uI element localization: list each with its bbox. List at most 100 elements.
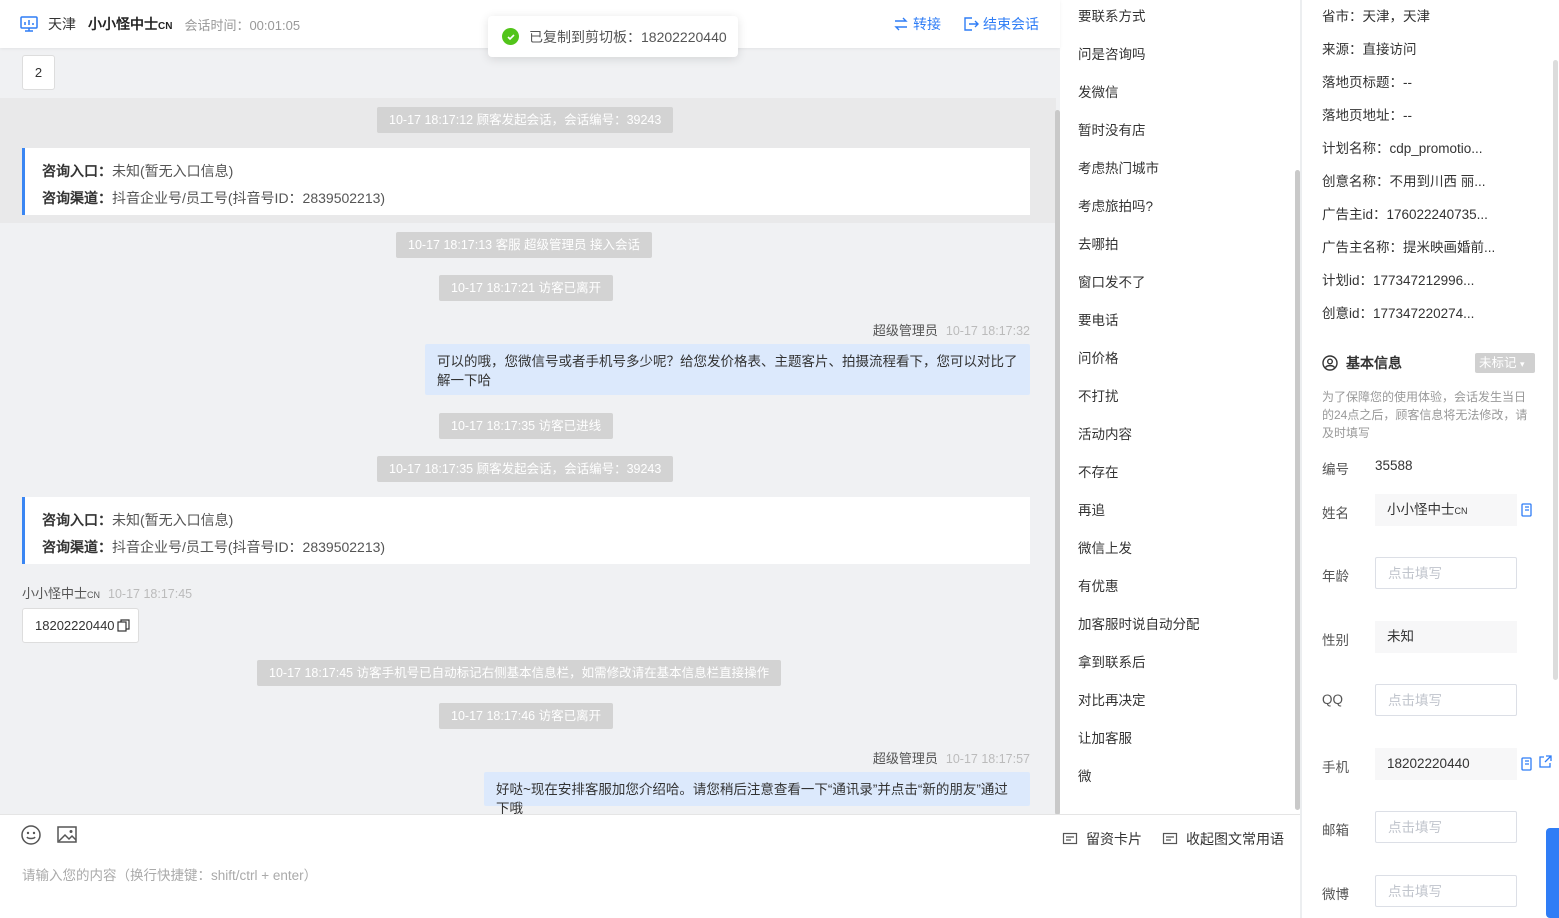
agent-sender: 超级管理员 10-17 18:17:32: [872, 323, 1030, 338]
source-info-item: 创意id：177347220274...: [1322, 306, 1475, 321]
source-info-item: 广告主id：176022240735...: [1322, 207, 1488, 222]
basic-info-title: 基本信息: [1322, 353, 1402, 373]
entry-label: 咨询入口：: [42, 512, 112, 528]
copy-icon[interactable]: [116, 619, 130, 632]
quick-phrase-item[interactable]: 要联系方式: [1078, 5, 1146, 25]
collapse-phrases-button[interactable]: 收起图文常用语: [1162, 829, 1284, 849]
channel-label: 咨询渠道：: [42, 190, 112, 206]
agent-sender: 超级管理员 10-17 18:17:57: [872, 751, 1030, 766]
quick-phrase-item[interactable]: 不存在: [1078, 461, 1119, 481]
source-info-item: 计划名称：cdp_promotio...: [1322, 141, 1483, 156]
external-link-icon[interactable]: [1538, 755, 1552, 769]
chat-scrollbar[interactable]: [1055, 110, 1060, 815]
customer-info-panel: 基本信息 未标记 ▾ 为了保障您的使用体验，会话发生当日的24点之后，顾客信息将…: [1302, 0, 1559, 918]
card-icon: [1062, 832, 1078, 845]
quick-phrase-item[interactable]: 让加客服: [1078, 727, 1132, 747]
age-label: 年龄: [1322, 569, 1349, 584]
quick-phrase-item[interactable]: 再追: [1078, 499, 1105, 519]
quick-phrase-item[interactable]: 去哪拍: [1078, 233, 1119, 253]
source-info-item: 广告主名称：提米映画婚前...: [1322, 240, 1496, 255]
phone-field[interactable]: 18202220440: [1375, 748, 1517, 780]
gender-label: 性别: [1322, 633, 1349, 648]
visitor-name-suffix: CN: [158, 21, 173, 32]
quick-phrase-item[interactable]: 考虑旅拍吗?: [1078, 195, 1153, 215]
collapse-icon: [1162, 832, 1178, 845]
caret-down-icon: ▾: [1520, 359, 1525, 369]
source-info-item: 落地页地址：--: [1322, 108, 1412, 123]
quick-phrase-item[interactable]: 加客服时说自动分配: [1078, 613, 1200, 633]
age-input[interactable]: 点击填写: [1375, 557, 1517, 589]
transfer-button[interactable]: 转接: [893, 14, 941, 34]
copy-toast: 已复制到剪切板：18202220440: [488, 16, 738, 57]
consult-info-card: 咨询入口：未知(暂无入口信息) 咨询渠道：抖音企业号/员工号(抖音号ID：283…: [22, 148, 1030, 215]
quick-phrase-item[interactable]: 不打扰: [1078, 385, 1119, 405]
source-info-item: 来源：直接访问: [1322, 42, 1417, 57]
quick-phrase-item[interactable]: 拿到联系后: [1078, 651, 1146, 671]
transfer-icon: [894, 17, 908, 31]
visitor-message-bubble: 18202220440: [22, 608, 139, 643]
agent-message-bubble: 好哒~现在安排客服加您介绍哈。请您稍后注意查看一下“通讯录”并点击“新的朋友”通…: [484, 772, 1030, 816]
chat-panel: 天津 小小怪中士CN 会话时间：00:01:05 转接 结束会话 2 10-17…: [0, 0, 1060, 918]
visitor-name: 小小怪中士CN: [88, 16, 173, 32]
info-card-button[interactable]: 留资卡片: [1062, 829, 1142, 849]
name-label: 姓名: [1322, 506, 1349, 521]
phone-label: 手机: [1322, 760, 1349, 775]
entry-value: 未知(暂无入口信息): [112, 512, 234, 528]
source-info-item: 落地页标题：--: [1322, 75, 1412, 90]
qq-input[interactable]: 点击填写: [1375, 684, 1517, 716]
entry-label: 咨询入口：: [42, 163, 112, 179]
quick-phrase-list: 要联系方式问是咨询吗发微信暂时没有店考虑热门城市 考虑旅拍吗? 去哪拍窗口发不了要电…: [1062, 0, 1300, 814]
copy-icon[interactable]: [1520, 503, 1534, 517]
email-input[interactable]: 点击填写: [1375, 811, 1517, 843]
system-message: 10-17 18:17:46 访客已离开: [439, 703, 614, 729]
end-session-button[interactable]: 结束会话: [963, 14, 1039, 34]
history-count-chip[interactable]: 2: [22, 55, 55, 90]
quick-phrase-item[interactable]: 要电话: [1078, 309, 1119, 329]
quick-phrase-item[interactable]: 问价格: [1078, 347, 1119, 367]
weibo-label: 微博: [1322, 887, 1349, 902]
quick-phrase-item[interactable]: 问是咨询吗: [1078, 43, 1146, 63]
edit-notice: 为了保障您的使用体验，会话发生当日的24点之后，顾客信息将无法修改，请及时填写: [1322, 390, 1528, 440]
channel-value: 抖音企业号/员工号(抖音号ID：2839502213): [112, 190, 386, 206]
channel-label: 咨询渠道：: [42, 539, 112, 555]
monitor-icon: [20, 16, 38, 32]
id-value: 35588: [1375, 458, 1413, 473]
quick-phrase-item[interactable]: 活动内容: [1078, 423, 1132, 443]
email-label: 邮箱: [1322, 823, 1349, 838]
entry-value: 未知(暂无入口信息): [112, 163, 234, 179]
image-icon[interactable]: [56, 824, 78, 846]
message-input[interactable]: 请输入您的内容（换行快捷键：shift/ctrl + enter）: [22, 864, 317, 884]
consult-info-card: 咨询入口：未知(暂无入口信息) 咨询渠道：抖音企业号/员工号(抖音号ID：283…: [22, 497, 1030, 564]
channel-value: 抖音企业号/员工号(抖音号ID：2839502213): [112, 539, 386, 555]
quick-phrase-item[interactable]: 发微信: [1078, 81, 1119, 101]
quick-phrase-item[interactable]: 考虑热门城市: [1078, 157, 1159, 177]
qq-label: QQ: [1322, 692, 1344, 707]
quick-phrase-item[interactable]: 有优惠: [1078, 575, 1119, 595]
copy-icon[interactable]: [1520, 757, 1534, 771]
check-circle-icon: [502, 28, 519, 45]
gender-select[interactable]: 未知: [1375, 621, 1517, 653]
system-message: 10-17 18:17:13 客服 超级管理员 接入会话: [396, 232, 653, 258]
quick-phrase-item[interactable]: 微: [1078, 765, 1092, 785]
quick-phrase-item[interactable]: 微信上发: [1078, 537, 1132, 557]
id-label: 编号: [1322, 462, 1349, 477]
quick-phrase-item[interactable]: 对比再决定: [1078, 689, 1146, 709]
floating-side-tab[interactable]: [1546, 828, 1559, 918]
quick-phrase-item[interactable]: 暂时没有店: [1078, 119, 1146, 139]
source-info-item: 计划id：177347212996...: [1322, 273, 1475, 288]
info-scrollbar[interactable]: [1553, 60, 1558, 680]
system-message: 10-17 18:17:45 访客手机号已自动标记右侧基本信息栏，如需修改请在基…: [257, 660, 782, 686]
system-message: 10-17 18:17:12 顾客发起会话，会话编号：39243: [377, 107, 674, 133]
agent-message-bubble: 可以的哦，您微信号或者手机号多少呢？给您发价格表、主题客片、拍摄流程看下，您可以…: [425, 344, 1030, 395]
name-field[interactable]: 小小怪中士CN: [1375, 494, 1517, 526]
mark-tag-dropdown[interactable]: 未标记 ▾: [1475, 353, 1535, 373]
system-message: 10-17 18:17:21 访客已离开: [439, 275, 614, 301]
user-circle-icon: [1322, 355, 1338, 371]
weibo-input[interactable]: 点击填写: [1375, 875, 1517, 907]
system-message: 10-17 18:17:35 顾客发起会话，会话编号：39243: [377, 456, 674, 482]
message-input-area[interactable]: 请输入您的内容（换行快捷键：shift/ctrl + enter） 留资卡片 收…: [0, 814, 1300, 918]
session-time: 会话时间：00:01:05: [184, 17, 301, 33]
quick-phrase-item[interactable]: 窗口发不了: [1078, 271, 1146, 291]
visitor-city: 天津: [48, 16, 76, 32]
emoji-icon[interactable]: [20, 824, 42, 846]
